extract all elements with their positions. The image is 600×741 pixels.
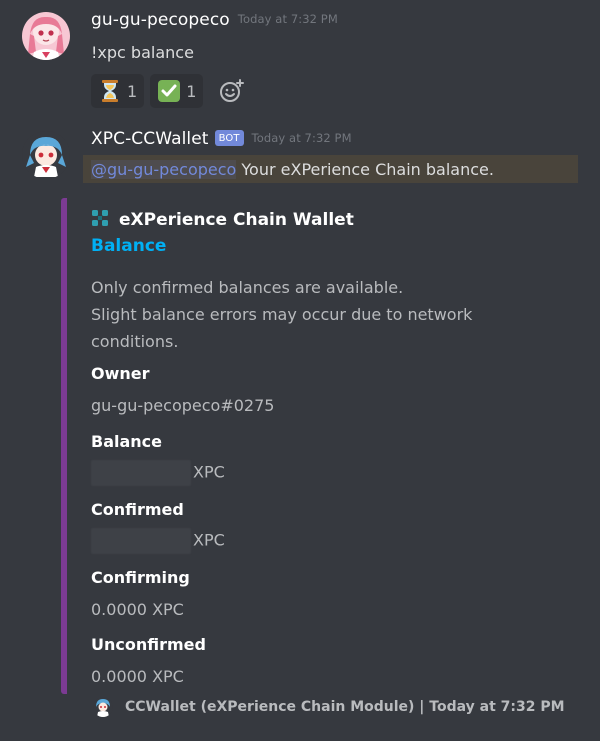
field-balance-name: Balance	[91, 432, 162, 451]
field-owner-value: gu-gu-pecopeco#0275	[91, 396, 275, 415]
hourglass-icon	[99, 80, 121, 102]
reaction-count: 1	[127, 81, 138, 101]
bot-badge: BOT	[214, 130, 244, 146]
reaction-check-mark[interactable]: 1	[150, 74, 204, 108]
check-mark-icon	[158, 80, 181, 102]
embed-author: eXPerience Chain Wallet	[91, 209, 354, 231]
reaction-count: 1	[186, 81, 197, 101]
embed-description: Only confirmed balances are available. S…	[91, 274, 531, 355]
embed-title[interactable]: Balance	[91, 236, 166, 256]
field-confirmed-name: Confirmed	[91, 500, 184, 519]
message-author[interactable]: gu-gu-pecopeco Today at 7:32 PM	[91, 10, 338, 30]
footer-avatar-icon	[93, 697, 113, 717]
author-name[interactable]: XPC-CCWallet	[91, 129, 209, 149]
embed-footer-text: CCWallet (eXPerience Chain Module) | Tod…	[125, 699, 565, 715]
reactions-bar: 1 1	[91, 74, 245, 108]
message-timestamp: Today at 7:32 PM	[237, 12, 338, 26]
message-timestamp: Today at 7:32 PM	[251, 131, 352, 145]
confirmed-unit: XPC	[193, 530, 225, 550]
message-author[interactable]: XPC-CCWallet BOT Today at 7:32 PM	[91, 129, 352, 149]
field-balance-value: XPC	[91, 460, 225, 486]
author-name[interactable]: gu-gu-pecopeco	[91, 10, 230, 30]
embed-author-name: eXPerience Chain Wallet	[119, 210, 354, 230]
embed-description-line: Only confirmed balances are available.	[91, 278, 404, 297]
redacted-amount	[91, 528, 191, 554]
reaction-hourglass[interactable]: 1	[91, 74, 145, 108]
field-unconfirmed-value: 0.0000 XPC	[91, 667, 184, 686]
embed-accent-bar	[61, 198, 67, 694]
embed-footer: CCWallet (eXPerience Chain Module) | Tod…	[93, 697, 565, 717]
field-confirmed-value: XPC	[91, 528, 225, 554]
user-avatar[interactable]	[22, 12, 70, 60]
add-reaction-icon[interactable]	[219, 78, 245, 104]
chain-logo-icon	[91, 209, 109, 231]
field-owner-name: Owner	[91, 364, 150, 383]
field-confirming-name: Confirming	[91, 568, 190, 587]
balance-unit: XPC	[193, 462, 225, 482]
embed-description-line: Slight balance errors may occur due to n…	[91, 305, 473, 351]
user-mention[interactable]: @gu-gu-pecopeco	[91, 160, 237, 179]
redacted-amount	[91, 460, 191, 486]
field-unconfirmed-name: Unconfirmed	[91, 635, 206, 654]
field-confirming-value: 0.0000 XPC	[91, 600, 184, 619]
message-text: Your eXPerience Chain balance.	[236, 160, 494, 179]
message-content: @gu-gu-pecopeco Your eXPerience Chain ba…	[91, 160, 494, 179]
message-content: !xpc balance	[91, 43, 194, 62]
bot-avatar[interactable]	[22, 131, 70, 179]
